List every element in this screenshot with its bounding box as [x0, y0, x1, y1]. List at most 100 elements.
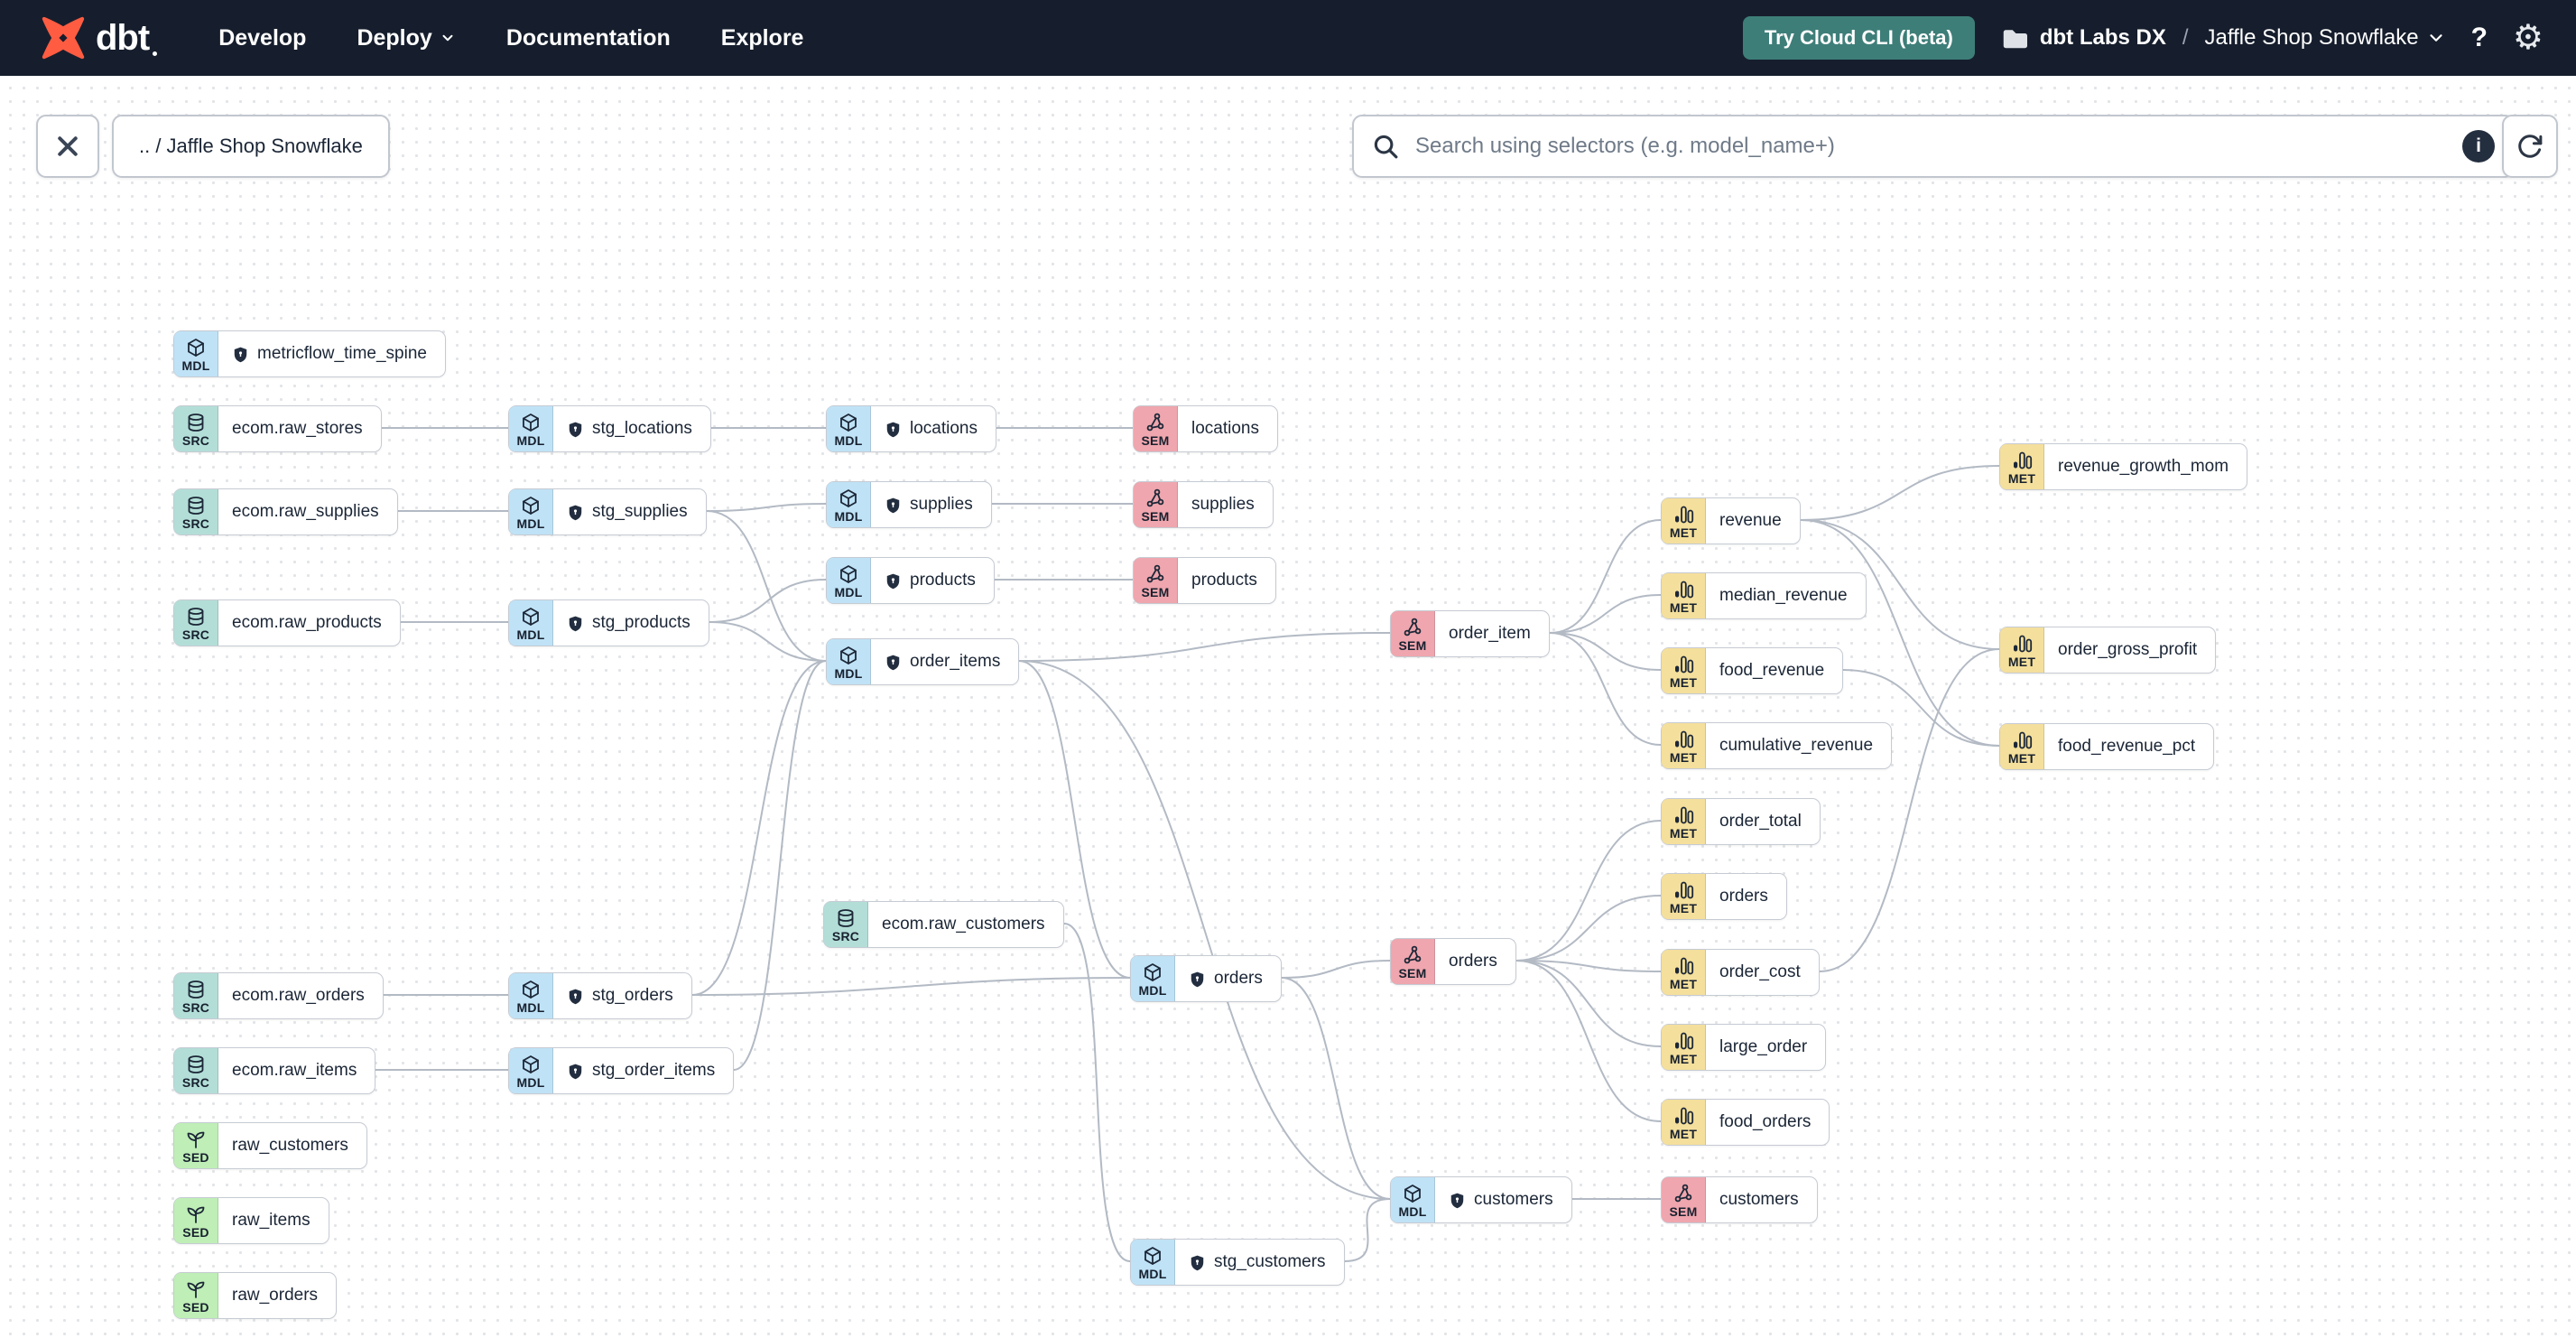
node-type-badge: SEM — [1134, 558, 1178, 603]
node-label: stg_supplies — [592, 502, 688, 521]
node-label: ecom.raw_items — [232, 1061, 357, 1080]
dbt-logo[interactable]: dbt — [40, 14, 158, 61]
node-body: stg_customers — [1175, 1240, 1344, 1285]
node-met_food_orders[interactable]: MET food_orders — [1661, 1099, 1830, 1146]
node-met_median_revenue[interactable]: MET median_revenue — [1661, 572, 1867, 619]
node-label: locations — [1191, 419, 1259, 438]
node-met_cumulative_revenue[interactable]: MET cumulative_revenue — [1661, 722, 1893, 769]
node-type-badge: MET — [1662, 573, 1706, 618]
cube-icon — [1142, 962, 1163, 983]
node-mdl_time_spine[interactable]: MDL metricflow_time_spine — [173, 330, 446, 377]
node-label: orders — [1449, 952, 1497, 971]
info-icon[interactable]: i — [2462, 130, 2495, 163]
node-mdl_stg_locations[interactable]: MDL stg_locations — [508, 405, 711, 452]
node-mdl_locations[interactable]: MDL locations — [826, 405, 996, 452]
database-icon — [185, 495, 207, 516]
network-icon — [1673, 1183, 1694, 1204]
cube-icon — [520, 1054, 542, 1075]
node-mdl_order_items[interactable]: MDL order_items — [826, 638, 1020, 685]
node-type-badge: MDL — [827, 482, 871, 527]
node-sem_customers[interactable]: SEM customers — [1661, 1176, 1818, 1223]
node-label: raw_customers — [232, 1136, 348, 1155]
help-icon[interactable]: ? — [2471, 23, 2488, 53]
node-sem_orders[interactable]: SEM orders — [1390, 938, 1516, 985]
node-sed_raw_customers[interactable]: SED raw_customers — [173, 1122, 367, 1169]
node-label: stg_orders — [592, 986, 673, 1005]
node-body: food_revenue_pct — [2044, 724, 2213, 769]
node-type-label: MET — [1669, 599, 1698, 615]
node-body: metricflow_time_spine — [218, 331, 445, 376]
node-sem_products[interactable]: SEM products — [1133, 557, 1276, 604]
node-mdl_products[interactable]: MDL products — [826, 557, 995, 604]
node-src_products[interactable]: SRC ecom.raw_products — [173, 599, 401, 646]
nav-link-develop[interactable]: Develop — [218, 25, 306, 51]
node-mdl_stg_supplies[interactable]: MDL stg_supplies — [508, 488, 707, 535]
node-label: ecom.raw_supplies — [232, 502, 379, 521]
refresh-lineage-button[interactable] — [2502, 115, 2558, 178]
node-mdl_stg_orders[interactable]: MDL stg_orders — [508, 972, 692, 1019]
node-met_order_total[interactable]: MET order_total — [1661, 798, 1821, 845]
node-type-badge: MDL — [1131, 1240, 1175, 1285]
node-label: ecom.raw_stores — [232, 419, 363, 438]
node-label: stg_locations — [592, 419, 692, 438]
close-lineage-button[interactable] — [36, 115, 99, 178]
node-type-badge: SEM — [1391, 939, 1435, 984]
nav-link-documentation[interactable]: Documentation — [506, 25, 671, 51]
node-sed_raw_items[interactable]: SED raw_items — [173, 1197, 329, 1244]
node-type-badge: MDL — [827, 558, 871, 603]
database-icon — [185, 979, 207, 1000]
node-sed_raw_orders[interactable]: SED raw_orders — [173, 1272, 338, 1319]
node-sem_order_item[interactable]: SEM order_item — [1390, 610, 1550, 657]
shield-lock-icon — [567, 504, 584, 521]
node-type-label: MET — [2007, 750, 2036, 766]
node-type-label: MDL — [516, 627, 545, 642]
node-body: ecom.raw_supplies — [218, 489, 397, 534]
node-met_revenue_growth_mom[interactable]: MET revenue_growth_mom — [1999, 443, 2248, 490]
gear-icon[interactable]: ⚙ — [2513, 21, 2544, 55]
node-type-label: MET — [1669, 674, 1698, 690]
node-body: locations — [1178, 406, 1277, 451]
bars-icon — [1673, 1105, 1694, 1127]
workspace-name[interactable]: dbt Labs DX — [2040, 25, 2166, 51]
node-met_food_revenue_pct[interactable]: MET food_revenue_pct — [1999, 723, 2215, 770]
node-mdl_supplies[interactable]: MDL supplies — [826, 481, 992, 528]
node-sem_supplies[interactable]: SEM supplies — [1133, 481, 1274, 528]
cube-icon — [520, 412, 542, 433]
node-met_orders[interactable]: MET orders — [1661, 873, 1787, 920]
node-type-label: MDL — [516, 1074, 545, 1090]
node-label: stg_order_items — [592, 1061, 716, 1080]
node-sem_locations[interactable]: SEM locations — [1133, 405, 1278, 452]
node-src_supplies[interactable]: SRC ecom.raw_supplies — [173, 488, 398, 535]
node-type-badge: SRC — [174, 1048, 218, 1093]
node-src_orders[interactable]: SRC ecom.raw_orders — [173, 972, 384, 1019]
node-met_revenue[interactable]: MET revenue — [1661, 497, 1801, 544]
nav-link-explore[interactable]: Explore — [721, 25, 804, 51]
node-mdl_orders[interactable]: MDL orders — [1130, 955, 1282, 1002]
node-src_customers[interactable]: SRC ecom.raw_customers — [823, 901, 1064, 948]
try-cloud-cli-button[interactable]: Try Cloud CLI (beta) — [1742, 16, 1975, 60]
node-met_order_gross_profit[interactable]: MET order_gross_profit — [1999, 627, 2217, 674]
node-type-label: MDL — [834, 508, 863, 524]
shield-lock-icon — [567, 1063, 584, 1080]
project-selector[interactable]: Jaffle Shop Snowflake — [2205, 25, 2446, 51]
node-met_food_revenue[interactable]: MET food_revenue — [1661, 647, 1844, 694]
node-body: ecom.raw_stores — [218, 406, 381, 451]
node-body: median_revenue — [1706, 573, 1866, 618]
node-mdl_stg_order_items[interactable]: MDL stg_order_items — [508, 1047, 735, 1094]
bars-icon — [1673, 654, 1694, 675]
node-label: food_revenue_pct — [2058, 737, 2196, 756]
breadcrumb-separator: / — [2182, 25, 2189, 50]
lineage-breadcrumb[interactable]: .. / Jaffle Shop Snowflake — [112, 115, 390, 178]
selector-search-input[interactable] — [1413, 133, 2448, 160]
node-src_stores[interactable]: SRC ecom.raw_stores — [173, 405, 382, 452]
node-body: cumulative_revenue — [1706, 723, 1891, 768]
node-body: revenue — [1706, 498, 1800, 544]
node-mdl_stg_customers[interactable]: MDL stg_customers — [1130, 1239, 1345, 1286]
node-type-label: SEM — [1398, 637, 1427, 653]
node-mdl_customers[interactable]: MDL customers — [1390, 1176, 1572, 1223]
node-mdl_stg_products[interactable]: MDL stg_products — [508, 599, 709, 646]
nav-link-deploy[interactable]: Deploy — [357, 25, 455, 51]
node-src_items[interactable]: SRC ecom.raw_items — [173, 1047, 376, 1094]
node-met_order_cost[interactable]: MET order_cost — [1661, 949, 1820, 996]
node-met_large_order[interactable]: MET large_order — [1661, 1024, 1827, 1071]
